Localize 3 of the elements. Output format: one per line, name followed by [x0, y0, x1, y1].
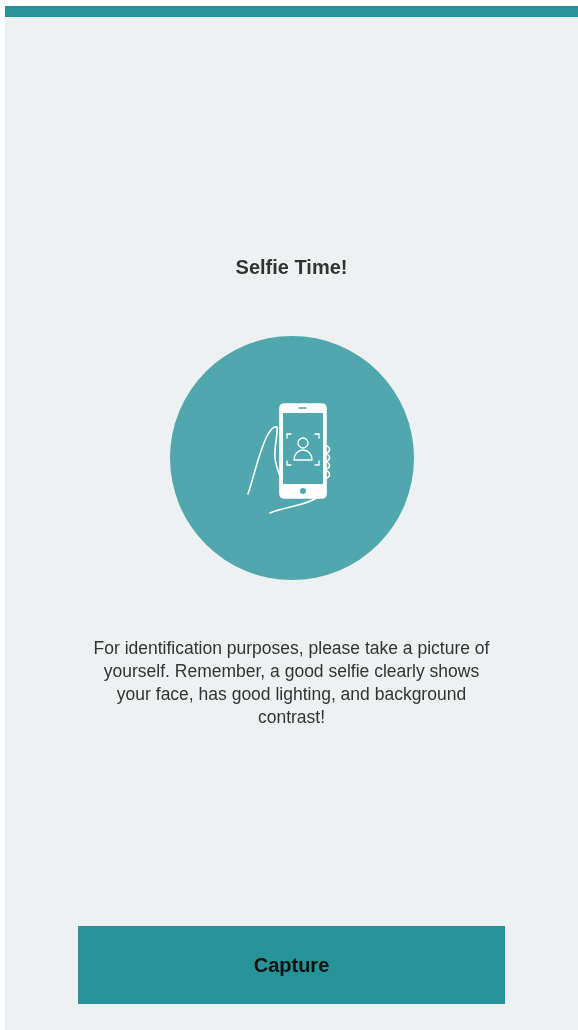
instructions-text: For identification purposes, please take a picture of yourself. Remember, a good selfie clearly shows your face, has good lighting, and background contrast!	[92, 637, 491, 729]
screen-title: Selfie Time!	[235, 255, 348, 279]
capture-button[interactable]: Capture	[78, 926, 505, 1004]
